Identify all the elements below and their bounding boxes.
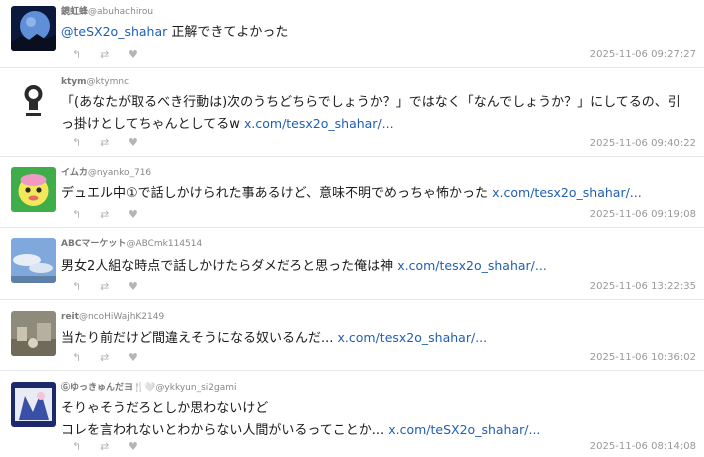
author-name[interactable]: ABCマーケット [61,239,126,249]
tweet-line: デュエル中①で話しかけられた事あるけど、意味不明でめっちゃ怖かった [61,186,493,201]
reply-icon[interactable]: ↰ [72,440,100,453]
avatar-moon-image [11,6,56,51]
author-name[interactable]: Ⓖゆっきゅんだヨ🍴🤍 [61,383,155,393]
like-icon[interactable]: ♥ [128,208,156,221]
tweet-line: コレを言われないとわからない人間がいるってことか... [61,423,389,438]
tweet-text: 「(あなたが取るべき行動は)次のうちどちらでしょうか？」ではなく「なんでしょうか… [61,92,681,135]
avatar[interactable] [11,167,56,212]
tweet-line: 当たり前だけど間違えそうになる奴いるんだ... [61,331,338,346]
tweet-text: 当たり前だけど間違えそうになる奴いるんだ... x.com/tesx2o_sha… [61,327,487,349]
retweet-icon[interactable]: ⇄ [100,208,128,221]
tweet-line: 男女2人組な時点で話しかけたらダメだろと思った俺は神 [61,259,398,274]
author-name[interactable]: reit [61,312,79,322]
avatar-character-image [11,76,56,121]
tweet-text: @teSX2o_shahar 正解できてよかった [61,21,288,43]
author-handle[interactable]: @ncoHiWajhK2149 [79,312,164,322]
timestamp[interactable]: 2025-11-06 13:22:35 [590,281,696,292]
author-handle[interactable]: @ABCmk114514 [126,239,202,249]
reply-icon[interactable]: ↰ [72,48,100,61]
like-icon[interactable]: ♥ [128,280,156,293]
tweet-actions: ↰ ⇄ ♥ [72,440,156,453]
tweet-link[interactable]: x.com/tesx2o_shahar/... [244,116,394,131]
like-icon[interactable]: ♥ [128,351,156,364]
tweet-item: reit@ncoHiWajhK2149 当たり前だけど間違えそうになる奴いるんだ… [0,300,704,371]
tweet-item: ktym@ktymnc 「(あなたが取るべき行動は)次のうちどちらでしょうか？」… [0,68,704,157]
tweet-line: っ掛けとしてちゃんとしてるw [61,117,244,132]
reply-icon[interactable]: ↰ [72,208,100,221]
retweet-icon[interactable]: ⇄ [100,351,128,364]
retweet-icon[interactable]: ⇄ [100,48,128,61]
retweet-icon[interactable]: ⇄ [100,280,128,293]
retweet-icon[interactable]: ⇄ [100,136,128,149]
reply-icon[interactable]: ↰ [72,280,100,293]
tweet-item: Ⓖゆっきゅんだヨ🍴🤍@ykkyun_si2gami そりゃそうだろとしか思わない… [0,371,704,457]
like-icon[interactable]: ♥ [128,136,156,149]
tweet-actions: ↰ ⇄ ♥ [72,280,156,293]
avatar[interactable] [11,76,56,121]
avatar-illustration-image [11,382,56,427]
tweet-text: 男女2人組な時点で話しかけたらダメだろと思った俺は神 x.com/tesx2o_… [61,255,547,277]
tweet-item: 鏡虹蜂@abuhachirou @teSX2o_shahar 正解できてよかった… [0,0,704,68]
reply-icon[interactable]: ↰ [72,351,100,364]
tweet-link[interactable]: x.com/tesx2o_shahar/... [397,258,547,273]
author-name[interactable]: イムカ [61,168,88,178]
tweet-actions: ↰ ⇄ ♥ [72,48,156,61]
tweet-text: そりゃそうだろとしか思わないけど コレを言われないとわからない人間がいるってこと… [61,398,540,441]
author-handle[interactable]: @ktymnc [87,77,130,87]
reply-icon[interactable]: ↰ [72,136,100,149]
author-handle[interactable]: @ykkyun_si2gami [155,383,236,393]
tweet-actions: ↰ ⇄ ♥ [72,208,156,221]
timestamp[interactable]: 2025-11-06 09:19:08 [590,209,696,220]
tweet-feed: 鏡虹蜂@abuhachirou @teSX2o_shahar 正解できてよかった… [0,0,704,457]
avatar-photo-image [11,311,56,356]
avatar[interactable] [11,311,56,356]
tweet-actions: ↰ ⇄ ♥ [72,351,156,364]
author-name[interactable]: 鏡虹蜂 [61,7,88,17]
tweet-line: 「(あなたが取るべき行動は)次のうちどちらでしょうか？」ではなく「なんでしょうか… [61,95,681,110]
tweet-link[interactable]: x.com/tesx2o_shahar/... [492,185,642,200]
tweet-line: そりゃそうだろとしか思わないけど [61,401,269,416]
like-icon[interactable]: ♥ [128,48,156,61]
timestamp[interactable]: 2025-11-06 09:40:22 [590,138,696,149]
avatar-sky-image [11,238,56,283]
tweet-link[interactable]: x.com/teSX2o_shahar/... [388,422,540,437]
tweet-text: デュエル中①で話しかけられた事あるけど、意味不明でめっちゃ怖かった x.com/… [61,182,642,204]
timestamp[interactable]: 2025-11-06 08:14:08 [590,441,696,452]
retweet-icon[interactable]: ⇄ [100,440,128,453]
tweet-item: イムカ@nyanko_716 デュエル中①で話しかけられた事あるけど、意味不明で… [0,157,704,228]
like-icon[interactable]: ♥ [128,440,156,453]
tweet-item: ABCマーケット@ABCmk114514 男女2人組な時点で話しかけたらダメだろ… [0,228,704,300]
tweet-link[interactable]: x.com/tesx2o_shahar/... [338,330,488,345]
timestamp[interactable]: 2025-11-06 10:36:02 [590,352,696,363]
author-handle[interactable]: @nyanko_716 [88,168,151,178]
timestamp[interactable]: 2025-11-06 09:27:27 [590,49,696,60]
author-handle[interactable]: @abuhachirou [88,7,153,17]
avatar[interactable] [11,238,56,283]
avatar[interactable] [11,382,56,427]
avatar-mascot-image [11,167,56,212]
tweet-line: 正解できてよかった [167,25,289,40]
tweet-actions: ↰ ⇄ ♥ [72,136,156,149]
mention-link[interactable]: @teSX2o_shahar [61,24,167,39]
avatar[interactable] [11,6,56,51]
author-name[interactable]: ktym [61,77,87,87]
